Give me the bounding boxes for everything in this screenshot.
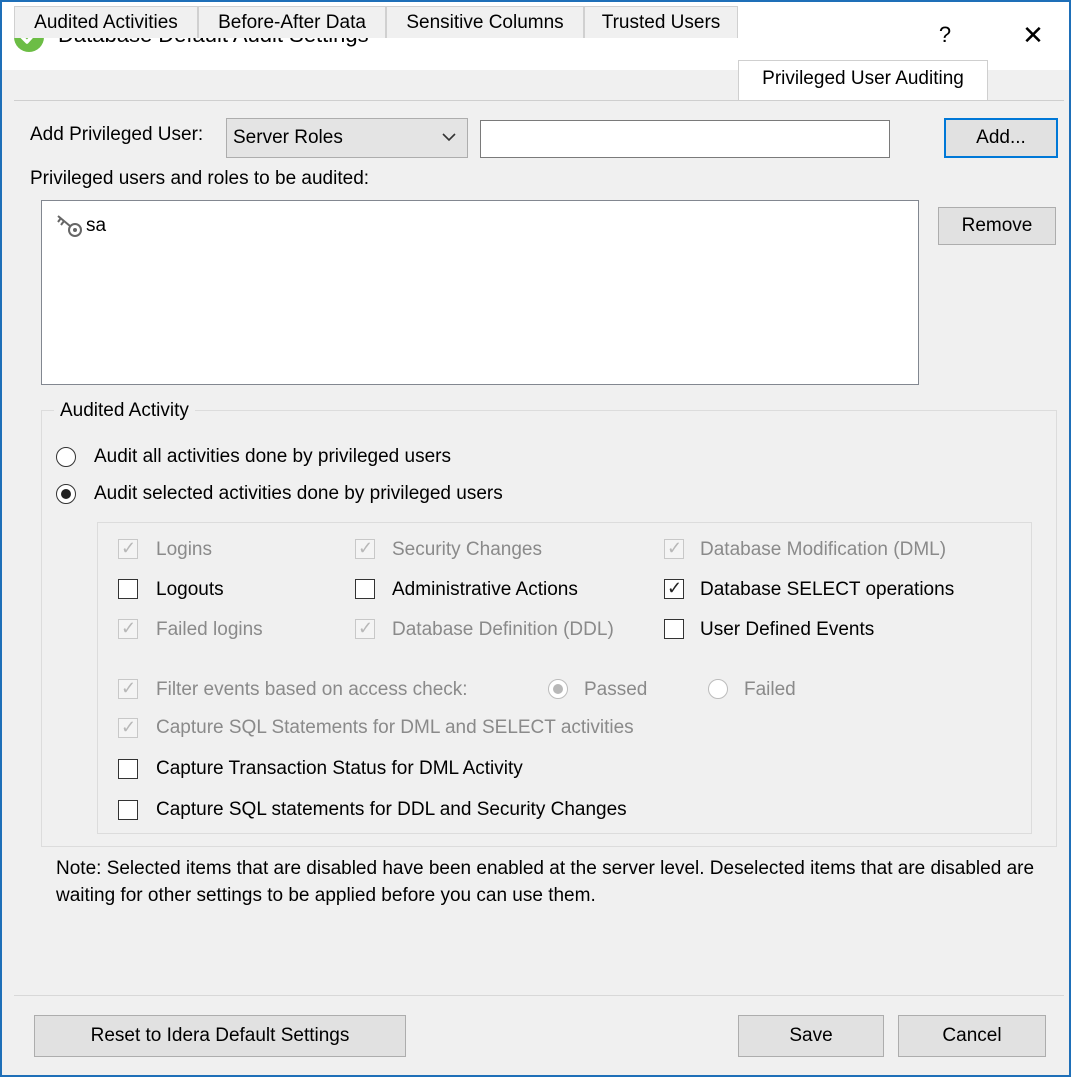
tab-sensitive-columns[interactable]: Sensitive Columns <box>386 6 584 38</box>
checkmark-icon: ✓ <box>121 618 137 638</box>
ddl-checkbox[interactable]: ✓ <box>355 618 375 639</box>
remove-button[interactable]: Remove <box>938 207 1056 245</box>
checkmark-icon: ✓ <box>667 538 683 558</box>
audited-activity-title: Audited Activity <box>54 400 195 422</box>
checkmark-icon: ✓ <box>358 538 374 558</box>
checkmark-icon: ✓ <box>121 678 137 698</box>
admin-actions-label: Administrative Actions <box>392 579 578 600</box>
access-passed-label: Passed <box>584 679 648 700</box>
logouts-label: Logouts <box>156 579 224 600</box>
user-defined-events-checkbox[interactable] <box>664 619 684 639</box>
admin-actions-checkbox[interactable] <box>355 579 375 599</box>
ddl-label: Database Definition (DDL) <box>392 619 614 640</box>
privileged-user-input[interactable] <box>480 120 890 158</box>
capture-sql-ddl-label: Capture SQL statements for DDL and Secur… <box>156 799 627 820</box>
access-failed-radio[interactable] <box>708 679 728 699</box>
privileged-type-value: Server Roles <box>233 127 343 148</box>
security-changes-label: Security Changes <box>392 539 542 560</box>
filter-access-label: Filter events based on access check: <box>156 679 468 700</box>
tab-audited-activities[interactable]: Audited Activities <box>14 6 198 38</box>
dml-checkbox[interactable]: ✓ <box>664 538 684 559</box>
tab-trusted-users[interactable]: Trusted Users <box>584 6 738 38</box>
capture-sql-ddl-checkbox[interactable] <box>118 800 138 820</box>
logins-checkbox[interactable]: ✓ <box>118 538 138 559</box>
access-passed-radio[interactable] <box>548 679 568 699</box>
logins-label: Logins <box>156 539 212 560</box>
logouts-checkbox[interactable] <box>118 579 138 599</box>
audit-all-radio[interactable] <box>56 447 76 467</box>
tab-privileged-user-auditing[interactable]: Privileged User Auditing <box>738 60 988 100</box>
help-button[interactable]: ? <box>930 18 960 52</box>
note-text: Note: Selected items that are disabled h… <box>56 858 1035 906</box>
select-operations-checkbox[interactable]: ✓ <box>664 578 684 599</box>
selected-activities-group <box>97 522 1032 834</box>
save-button[interactable]: Save <box>738 1015 884 1057</box>
chevron-down-icon <box>441 125 457 154</box>
privileged-type-dropdown[interactable]: Server Roles <box>226 118 468 158</box>
capture-tx-status-checkbox[interactable] <box>118 759 138 779</box>
dml-label: Database Modification (DML) <box>700 539 947 560</box>
capture-tx-status-label: Capture Transaction Status for DML Activ… <box>156 758 523 779</box>
checkmark-icon: ✓ <box>121 717 137 737</box>
checkmark-icon: ✓ <box>121 538 137 558</box>
footer-divider <box>14 995 1064 996</box>
select-operations-label: Database SELECT operations <box>700 579 955 600</box>
security-changes-checkbox[interactable]: ✓ <box>355 538 375 559</box>
add-button[interactable]: Add... <box>944 118 1058 158</box>
checkmark-icon: ✓ <box>358 618 374 638</box>
capture-sql-dml-label: Capture SQL Statements for DML and SELEC… <box>156 717 634 738</box>
add-privileged-user-label: Add Privileged User: <box>30 124 204 145</box>
cancel-button[interactable]: Cancel <box>898 1015 1046 1057</box>
list-item-label: sa <box>86 215 107 236</box>
capture-sql-dml-checkbox[interactable]: ✓ <box>118 717 138 738</box>
filter-access-checkbox[interactable]: ✓ <box>118 678 138 699</box>
tab-before-after-data[interactable]: Before-After Data <box>198 6 386 38</box>
audit-selected-label[interactable]: Audit selected activities done by privil… <box>94 483 503 505</box>
failed-logins-checkbox[interactable]: ✓ <box>118 618 138 639</box>
failed-logins-label: Failed logins <box>156 619 263 640</box>
checkmark-icon: ✓ <box>667 578 683 598</box>
audit-all-label[interactable]: Audit all activities done by privileged … <box>94 446 451 468</box>
close-button[interactable]: ✕ <box>1016 18 1050 52</box>
user-defined-events-label: User Defined Events <box>700 619 875 640</box>
audit-selected-radio[interactable] <box>56 484 76 504</box>
reset-defaults-button[interactable]: Reset to Idera Default Settings <box>34 1015 406 1057</box>
access-failed-label: Failed <box>744 679 796 700</box>
privileged-users-list[interactable]: sa <box>41 200 919 385</box>
key-icon <box>54 213 84 245</box>
privileged-list-label: Privileged users and roles to be audited… <box>30 168 370 189</box>
